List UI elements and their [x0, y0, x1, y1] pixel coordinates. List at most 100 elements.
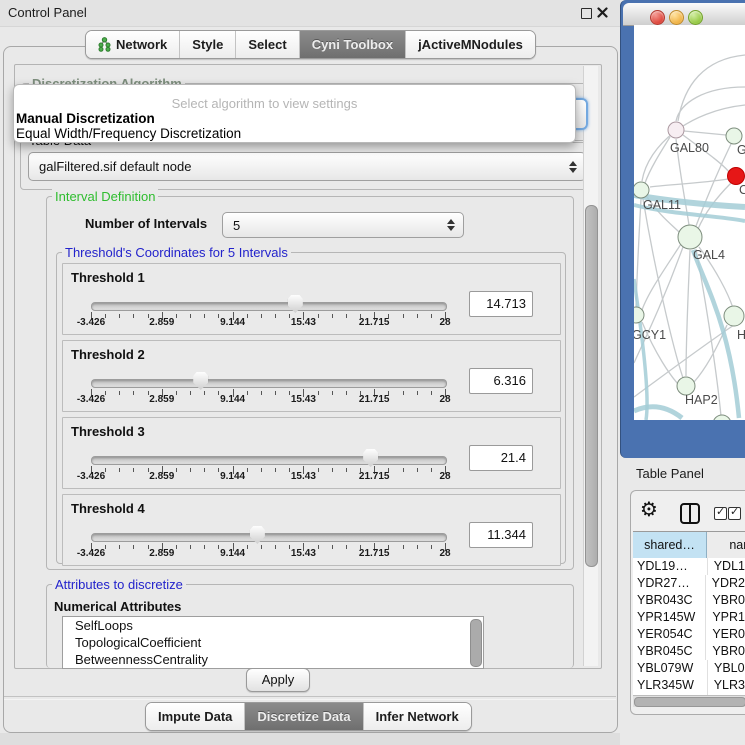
- table-row[interactable]: YDR27…YDR2: [633, 575, 745, 592]
- tab-select[interactable]: Select: [236, 31, 299, 58]
- table-hscrollbar-thumb[interactable]: [634, 697, 745, 707]
- slider-tick: [346, 314, 347, 318]
- slider-tick-label: 15.43: [291, 394, 316, 405]
- number-of-intervals-value: 5: [223, 218, 443, 233]
- table-hscrollbar[interactable]: [633, 695, 745, 707]
- settings-scrollbar-thumb[interactable]: [585, 205, 598, 567]
- table-data-combobox[interactable]: galFiltered.sif default node: [28, 152, 586, 181]
- network-edge: [650, 179, 728, 187]
- threshold-value-field[interactable]: 21.4: [469, 445, 533, 471]
- close-icon[interactable]: [597, 7, 608, 18]
- slider-tick-label: 28: [439, 394, 450, 405]
- network-node[interactable]: [634, 182, 649, 198]
- attribute-item[interactable]: BetweennessCentrality: [63, 651, 483, 668]
- algorithm-option-manual[interactable]: Manual Discretization: [16, 111, 155, 126]
- slider-tick: [403, 314, 404, 318]
- threshold-label: Threshold 4: [71, 501, 145, 516]
- cell-name: YER0: [705, 626, 745, 643]
- table-row[interactable]: YBR043CYBR0: [633, 592, 745, 609]
- threshold-value-field[interactable]: 6.316: [469, 368, 533, 394]
- tab-style[interactable]: Style: [180, 31, 236, 58]
- column-header-name[interactable]: name: [707, 532, 745, 558]
- mac-zoom-icon[interactable]: [688, 10, 703, 25]
- combo-stepper-icon: [565, 161, 581, 173]
- tab-jactivemnodules[interactable]: jActiveMNodules: [406, 31, 535, 58]
- slider-tick: [247, 391, 248, 395]
- cell-name: YPR1: [705, 609, 745, 626]
- cell-shared-name: YPR145W: [633, 609, 705, 626]
- slider-tick: [275, 468, 276, 472]
- table-rows: YDL19…YDL1YDR27…YDR2YBR043CYBR0YPR145WYP…: [633, 558, 745, 695]
- checkbox-icon[interactable]: [714, 507, 727, 520]
- tab-impute-data[interactable]: Impute Data: [146, 703, 245, 730]
- cell-shared-name: YER054C: [633, 626, 705, 643]
- slider-tick: [176, 314, 177, 318]
- slider-tick: [133, 314, 134, 318]
- slider-track[interactable]: [91, 379, 447, 388]
- table-row[interactable]: YPR145WYPR1: [633, 609, 745, 626]
- network-node-label: GCY1: [634, 328, 666, 342]
- table-row[interactable]: YBR045CYBR0: [633, 643, 745, 660]
- slider-tick: [204, 468, 205, 472]
- panel-separator: [4, 696, 616, 700]
- gear-icon[interactable]: ⚙: [640, 499, 658, 521]
- tab-infer-network[interactable]: Infer Network: [364, 703, 471, 730]
- checkbox-icon[interactable]: [728, 507, 741, 520]
- threshold-value-field[interactable]: 14.713: [469, 291, 533, 317]
- slider-tick-label: 21.715: [359, 317, 390, 328]
- network-node[interactable]: [678, 225, 702, 249]
- attribute-item[interactable]: SelfLoops: [63, 617, 483, 634]
- slider-tick-label: -3.426: [77, 394, 105, 405]
- cell-shared-name: YBR043C: [633, 592, 705, 609]
- network-graph: GAL80GACGAL11GAL4GCY1HHAP2: [634, 25, 745, 420]
- table-row[interactable]: YLR345WYLR3: [633, 677, 745, 694]
- slider-track[interactable]: [91, 533, 447, 542]
- network-node[interactable]: [728, 168, 745, 185]
- network-node-label: GAL80: [670, 141, 709, 155]
- slider-tick-label: 2.859: [149, 471, 174, 482]
- attribute-item[interactable]: TopologicalCoefficient: [63, 634, 483, 651]
- table-row[interactable]: YDL19…YDL1: [633, 558, 745, 575]
- network-tab-icon: [98, 37, 111, 52]
- cell-shared-name: YDR27…: [633, 575, 705, 592]
- slider-tick-label: -3.426: [77, 548, 105, 559]
- tab-label: Infer Network: [376, 709, 459, 724]
- mac-minimize-icon[interactable]: [669, 10, 684, 25]
- control-panel-titlebar: Control Panel: [0, 0, 620, 27]
- network-node[interactable]: [668, 122, 684, 138]
- threshold-value-field[interactable]: 11.344: [469, 522, 533, 548]
- table-header-row: shared…name: [633, 531, 745, 559]
- slider-tick: [133, 545, 134, 549]
- table-row[interactable]: YBL079WYBL0: [633, 660, 745, 677]
- numerical-attributes-list[interactable]: SelfLoopsTopologicalCoefficientBetweenne…: [62, 616, 484, 669]
- tab-network[interactable]: Network: [86, 31, 180, 58]
- split-view-icon[interactable]: [680, 503, 700, 524]
- network-node[interactable]: [724, 306, 744, 326]
- slider-tick-label: 15.43: [291, 317, 316, 328]
- table-row[interactable]: YER054CYER0: [633, 626, 745, 643]
- slider-track[interactable]: [91, 456, 447, 465]
- slider-track[interactable]: [91, 302, 447, 311]
- network-window-titlebar[interactable]: [623, 3, 745, 26]
- column-header-shared-name[interactable]: shared…: [633, 532, 707, 558]
- network-node-label: GAL4: [693, 248, 725, 262]
- tab-cyni-toolbox[interactable]: Cyni Toolbox: [300, 31, 406, 58]
- slider-tick: [332, 391, 333, 395]
- apply-button[interactable]: Apply: [246, 668, 310, 692]
- list-scrollbar[interactable]: [470, 619, 482, 667]
- network-node[interactable]: [713, 415, 731, 420]
- network-canvas[interactable]: GAL80GACGAL11GAL4GCY1HHAP2: [634, 25, 745, 420]
- slider-tick: [247, 545, 248, 549]
- mac-close-icon[interactable]: [650, 10, 665, 25]
- threshold-panel-2: Threshold 2-3.4262.8599.14415.4321.71528…: [62, 340, 561, 412]
- network-node-label: HAP2: [685, 393, 718, 407]
- float-window-icon[interactable]: [581, 8, 592, 19]
- tab-discretize-data[interactable]: Discretize Data: [245, 703, 363, 730]
- slider-tick-label: 28: [439, 317, 450, 328]
- threshold-label: Threshold 1: [71, 270, 145, 285]
- number-of-intervals-combobox[interactable]: 5: [222, 212, 464, 238]
- slider-tick: [119, 391, 120, 395]
- algorithm-option-equal-width[interactable]: Equal Width/Frequency Discretization: [16, 126, 241, 141]
- network-node[interactable]: [726, 128, 742, 144]
- slider-tick: [275, 391, 276, 395]
